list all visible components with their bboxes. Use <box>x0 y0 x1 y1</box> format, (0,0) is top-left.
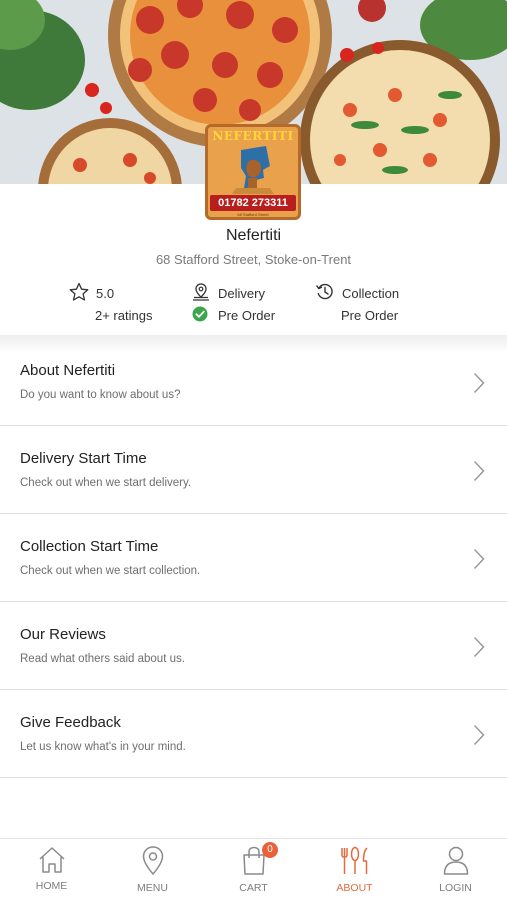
cart-count-badge: 0 <box>262 842 278 858</box>
row-subtitle: Check out when we start delivery. <box>20 477 192 489</box>
restaurant-name: Nefertiti <box>225 227 282 244</box>
row-subtitle: Let us know what's in your mind. <box>20 741 186 753</box>
home-icon <box>38 847 65 873</box>
about-row[interactable]: About Nefertiti Do you want to know abou… <box>0 338 507 426</box>
logo-phone: 01782 273311 <box>210 195 296 211</box>
row-title: Delivery Start Time <box>20 450 147 467</box>
row-subtitle: Check out when we start collection. <box>20 565 201 577</box>
tab-cart[interactable]: 0 CART <box>203 839 304 901</box>
info-list: About Nefertiti Do you want to know abou… <box>0 338 507 778</box>
restaurant-logo: NEFERTITI 01782 273311 68 Stafford Stree… <box>205 124 301 220</box>
delivery-status: Pre Order <box>218 308 276 323</box>
chevron-right-icon <box>473 636 485 658</box>
tab-label: HOME <box>35 880 68 892</box>
tab-login[interactable]: LOGIN <box>405 839 506 901</box>
collection-start-time-row[interactable]: Collection Start Time Check out when we … <box>0 514 507 602</box>
star-icon <box>69 282 89 301</box>
tab-label: MENU <box>137 882 168 894</box>
chevron-right-icon <box>473 724 485 746</box>
nefertiti-bust-icon <box>232 146 274 194</box>
delivery-start-time-row[interactable]: Delivery Start Time Check out when we st… <box>0 426 507 514</box>
rating-count: 2+ ratings <box>95 308 153 323</box>
our-reviews-row[interactable]: Our Reviews Read what others said about … <box>0 602 507 690</box>
row-title: Collection Start Time <box>20 538 159 555</box>
tab-label: LOGIN <box>439 882 472 894</box>
tab-menu[interactable]: MENU <box>102 839 203 901</box>
delivery-stat: Delivery Pre Order <box>190 282 300 326</box>
fork-knife-icon <box>340 846 368 874</box>
row-subtitle: Do you want to know about us? <box>20 389 181 401</box>
logo-subtitle: 68 Stafford Street <box>237 212 269 217</box>
chevron-right-icon <box>473 460 485 482</box>
logo-title: NEFERTITI <box>212 129 294 143</box>
bottom-tab-bar: HOME MENU 0 CART ABOUT LOGIN <box>0 838 507 901</box>
chevron-right-icon <box>473 548 485 570</box>
collection-stat: Collection Pre Order <box>314 282 434 326</box>
row-title: Our Reviews <box>20 626 106 643</box>
restaurant-address: 68 Stafford Street, Stoke-on-Trent <box>155 252 352 267</box>
give-feedback-row[interactable]: Give Feedback Let us know what's in your… <box>0 690 507 778</box>
tab-label: ABOUT <box>336 882 373 894</box>
collection-status: Pre Order <box>341 308 399 323</box>
location-pin-icon <box>142 846 163 876</box>
tab-about[interactable]: ABOUT <box>304 839 405 901</box>
collection-label: Collection <box>342 286 400 301</box>
delivery-label: Delivery <box>218 286 265 301</box>
check-circle-icon <box>192 306 208 322</box>
tab-label: CART <box>239 882 268 894</box>
row-subtitle: Read what others said about us. <box>20 653 185 665</box>
rating-stat: 5.0 2+ ratings <box>68 282 178 326</box>
location-pin-icon <box>193 283 209 301</box>
user-icon <box>443 846 468 875</box>
rating-value: 5.0 <box>96 286 115 301</box>
chevron-right-icon <box>473 372 485 394</box>
clock-history-icon <box>315 283 333 300</box>
row-title: Give Feedback <box>20 714 121 731</box>
row-title: About Nefertiti <box>20 362 116 379</box>
tab-home[interactable]: HOME <box>1 839 102 901</box>
